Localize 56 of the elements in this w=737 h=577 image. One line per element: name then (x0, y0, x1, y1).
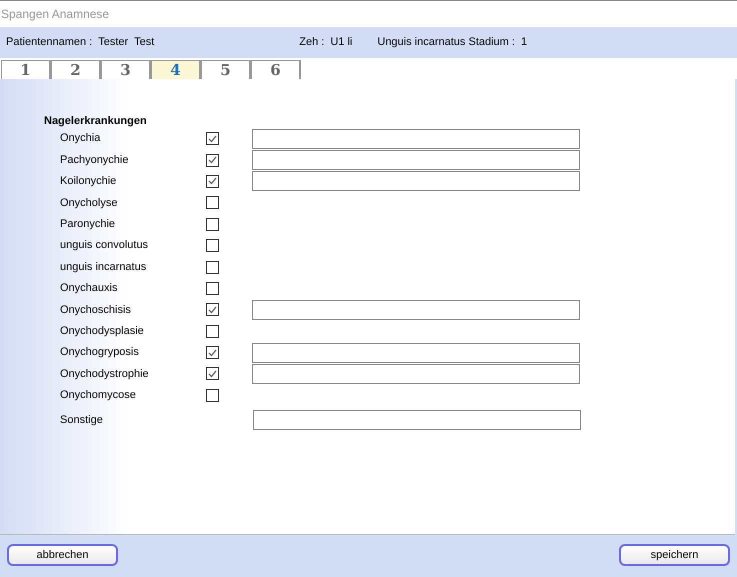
checkbox[interactable] (206, 324, 219, 338)
item-label: Onychodystrophie (60, 366, 150, 382)
header-label: Unguis incarnatus Stadium : (377, 35, 515, 50)
checkbox[interactable] (206, 367, 219, 380)
checkbox[interactable] (206, 174, 219, 188)
checkbox[interactable] (206, 260, 219, 274)
checkbox[interactable] (206, 282, 219, 295)
check-icon (208, 156, 217, 164)
checkbox[interactable] (206, 154, 219, 167)
item-label: Onychoschisis (60, 302, 132, 318)
item-label: Onychodysplasie (60, 324, 145, 339)
item-label: Pachyonychie (60, 152, 130, 168)
text-field[interactable] (252, 128, 580, 149)
item-label: Paronychie (60, 217, 116, 232)
item-label: Onycholyse (60, 196, 118, 211)
checkbox[interactable] (206, 218, 219, 231)
text-field[interactable] (252, 300, 580, 320)
item-label: Onychia (60, 131, 102, 146)
tab[interactable]: 4 (151, 60, 201, 79)
header-value: Tester Test (98, 35, 154, 50)
tab[interactable]: 6 (251, 60, 301, 79)
checkbox[interactable] (206, 388, 219, 402)
tab[interactable]: 5 (201, 60, 251, 79)
check-icon (208, 370, 217, 378)
header-label: Patientennamen : (6, 35, 92, 50)
item-label: unguis incarnatus (60, 260, 148, 275)
action-button[interactable]: abbrechen (7, 544, 118, 566)
header-value: 1 (520, 35, 528, 50)
tab[interactable]: 2 (51, 60, 101, 79)
checkbox[interactable] (206, 196, 219, 210)
item-label: Onychogryposis (60, 345, 140, 360)
action-button[interactable]: speichern (619, 544, 730, 566)
text-field[interactable] (253, 410, 581, 430)
section-title: Nagelerkrankungen (44, 115, 148, 128)
checkbox[interactable] (206, 239, 219, 252)
window-title: Spangen Anamnese (1, 6, 110, 23)
item-label: Koilonychie (60, 174, 118, 190)
checkbox[interactable] (206, 132, 219, 146)
tab[interactable]: 1 (1, 60, 51, 79)
text-field[interactable] (252, 342, 580, 363)
check-icon (208, 177, 217, 186)
header-label: Zeh : (299, 35, 324, 50)
check-icon (208, 134, 217, 143)
checkbox[interactable] (206, 346, 219, 360)
tab[interactable]: 3 (101, 60, 151, 79)
header-value: U1 li (330, 35, 352, 50)
text-field[interactable] (252, 171, 580, 192)
item-label: Sonstige (60, 412, 104, 428)
item-label: unguis convolutus (60, 238, 150, 254)
item-label: Onychomycose (60, 388, 137, 404)
text-field[interactable] (252, 364, 580, 384)
checkbox[interactable] (206, 303, 219, 316)
text-field[interactable] (252, 150, 580, 170)
check-icon (208, 306, 217, 314)
check-icon (208, 348, 217, 357)
item-label: Onychauxis (60, 281, 118, 296)
